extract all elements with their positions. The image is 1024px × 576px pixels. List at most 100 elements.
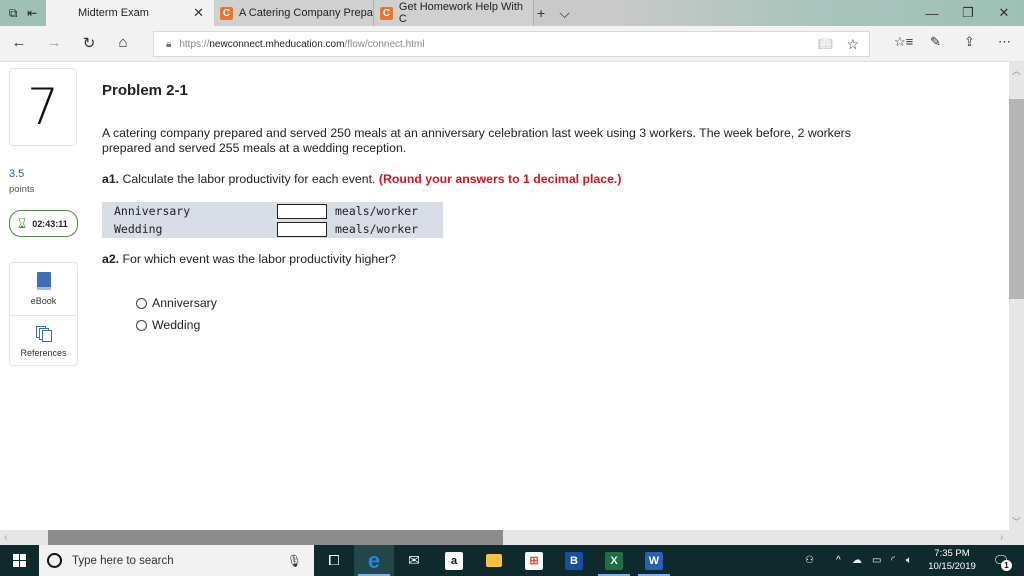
taskbar-search[interactable]: Type here to search 🎙︎ <box>39 545 314 576</box>
share-icon[interactable]: ⇪ <box>964 34 975 50</box>
start-button[interactable] <box>0 545 39 576</box>
tab-list-chevron-icon[interactable]: ⌵ <box>559 5 570 22</box>
tab-label: Midterm Exam <box>78 7 149 19</box>
row-unit: meals/worker <box>335 222 419 236</box>
mail-app-icon[interactable]: ✉ <box>394 545 434 576</box>
part-a1-label: a1. <box>102 172 120 186</box>
wifi-icon[interactable]: ◜ <box>891 545 895 576</box>
page-content: 7 3.5 points ⌛︎ 02:43:11 eBook Reference… <box>0 62 1009 530</box>
wedding-productivity-input[interactable] <box>277 221 327 237</box>
radio-label: Wedding <box>152 318 201 332</box>
show-hidden-icons-chevron[interactable]: ^ <box>836 545 841 576</box>
amazon-app-icon[interactable]: a <box>434 545 474 576</box>
web-note-pen-icon[interactable]: ✎ <box>930 34 941 50</box>
part-a1-text: Calculate the labor productivity for eac… <box>119 172 379 186</box>
clock-time: 7:35 PM <box>934 548 970 559</box>
answer-row-wedding: Wedding meals/worker <box>102 220 443 238</box>
windows-logo-icon <box>13 554 26 567</box>
url-path: /flow/connect.html <box>344 38 425 50</box>
chegg-favicon-icon: C <box>380 6 393 20</box>
row-unit: meals/worker <box>335 204 419 218</box>
points-value: 3.5 <box>9 168 25 180</box>
restore-icon[interactable]: ❐ <box>950 0 986 26</box>
references-icon <box>35 325 52 342</box>
points-label: points <box>9 184 35 195</box>
chegg-favicon-icon: C <box>220 6 233 20</box>
references-label: References <box>20 347 67 358</box>
radio-option-wedding[interactable]: Wedding <box>136 318 200 332</box>
tab-homework-help[interactable]: C Get Homework Help With C <box>374 0 534 26</box>
close-window-icon[interactable]: ✕ <box>986 0 1022 26</box>
excel-app-icon[interactable]: X <box>594 545 634 576</box>
scroll-up-icon[interactable]: ︿ <box>1009 64 1024 77</box>
radio-button[interactable] <box>136 319 147 331</box>
scroll-left-icon[interactable]: ‹ <box>4 530 7 545</box>
edge-app-icon[interactable]: e <box>354 545 394 576</box>
refresh-icon[interactable]: ↻ <box>78 34 100 52</box>
hourglass-icon: ⌛︎ <box>18 215 27 231</box>
browser-toolbar: ← → ↻ ⌂ 🔒︎ https:// newconnect.mheducati… <box>0 26 1024 62</box>
favorites-list-icon[interactable]: ☆≡ <box>894 34 913 50</box>
close-tab-icon[interactable]: ✕ <box>193 5 204 21</box>
url-scheme: https:// <box>179 38 210 50</box>
scroll-down-icon[interactable]: ﹀ <box>1009 515 1024 528</box>
reading-view-icon[interactable]: 📖︎ <box>818 37 833 51</box>
part-a2-text: For which event was the labor productivi… <box>119 252 396 266</box>
booking-app-icon[interactable]: B <box>554 545 594 576</box>
horizontal-scroll-thumb[interactable] <box>48 530 503 545</box>
word-app-icon[interactable]: W <box>634 545 674 576</box>
favorite-star-icon[interactable]: ☆ <box>846 36 859 53</box>
battery-icon[interactable]: ▭ <box>872 545 881 576</box>
search-placeholder: Type here to search <box>72 554 174 567</box>
book-icon <box>36 272 51 290</box>
home-icon[interactable]: ⌂ <box>112 34 134 51</box>
rounding-note: (Round your answers to 1 decimal place.) <box>378 172 622 186</box>
forward-arrow-icon[interactable]: → <box>43 34 65 51</box>
lock-icon: 🔒︎ <box>166 38 172 50</box>
part-a2-prompt: a2. For which event was the labor produc… <box>102 252 396 266</box>
ebook-button[interactable]: eBook <box>10 263 77 315</box>
references-button[interactable]: References <box>10 315 77 367</box>
radio-option-anniversary[interactable]: Anniversary <box>136 296 217 310</box>
vertical-scrollbar[interactable]: ︿ ﹀ <box>1009 62 1024 530</box>
store-app-icon[interactable]: ⊞ <box>514 545 554 576</box>
scroll-right-icon[interactable]: › <box>1000 530 1003 545</box>
timer-value: 02:43:11 <box>32 218 68 229</box>
people-icon[interactable]: ⚇ <box>805 545 814 576</box>
windows-taskbar: Type here to search 🎙︎ ⧠ e ✉ a ⊞ B X W ⚇… <box>0 545 1024 576</box>
resources-panel: eBook References <box>9 262 78 366</box>
file-explorer-icon[interactable] <box>474 545 514 576</box>
more-menu-icon[interactable]: ⋯ <box>998 34 1011 50</box>
tab-midterm-exam[interactable]: Midterm Exam ✕ <box>46 0 214 26</box>
clock-date: 10/15/2019 <box>928 561 976 572</box>
problem-title: Problem 2-1 <box>102 82 188 99</box>
tab-actions: + ⌵ <box>537 0 570 26</box>
answer-table: Anniversary meals/worker Wedding meals/w… <box>102 202 443 238</box>
anniversary-productivity-input[interactable] <box>277 203 327 219</box>
screen: ⧉ ⇤ Midterm Exam ✕ C A Catering Company … <box>0 0 1024 576</box>
problem-statement: A catering company prepared and served 2… <box>102 126 851 155</box>
volume-icon[interactable]: 🔈︎ <box>906 545 912 576</box>
new-tab-icon[interactable]: + <box>537 5 545 21</box>
system-clock[interactable]: 7:35 PM 10/15/2019 <box>920 547 984 573</box>
radio-button[interactable] <box>136 297 147 309</box>
tab-catering-company[interactable]: C A Catering Company Prepa <box>214 0 374 26</box>
back-arrow-icon[interactable]: ← <box>8 34 30 51</box>
task-view-icon[interactable]: ⧠ <box>314 545 354 576</box>
tabs-aside-icon[interactable]: ⧉ <box>9 6 18 21</box>
vertical-scroll-thumb[interactable] <box>1009 99 1024 299</box>
radio-label: Anniversary <box>152 296 217 310</box>
microphone-icon[interactable]: 🎙︎ <box>287 554 302 568</box>
address-bar[interactable]: 🔒︎ https:// newconnect.mheducation.com /… <box>153 31 870 57</box>
horizontal-scrollbar[interactable]: ‹ › <box>0 530 1024 545</box>
row-label: Wedding <box>114 222 163 236</box>
part-a1-prompt: a1. Calculate the labor productivity for… <box>102 172 621 186</box>
onedrive-error-icon[interactable]: ☁ <box>852 545 862 576</box>
question-number: 7 <box>9 68 77 146</box>
url-domain: newconnect.mheducation.com <box>209 38 345 50</box>
action-center-button[interactable]: 🗨︎ 1 <box>986 545 1016 576</box>
part-a2-label: a2. <box>102 252 120 266</box>
set-aside-tabs-icon[interactable]: ⇤ <box>27 6 37 20</box>
minimize-icon[interactable]: — <box>914 0 950 26</box>
timer-badge: ⌛︎ 02:43:11 <box>9 210 78 237</box>
